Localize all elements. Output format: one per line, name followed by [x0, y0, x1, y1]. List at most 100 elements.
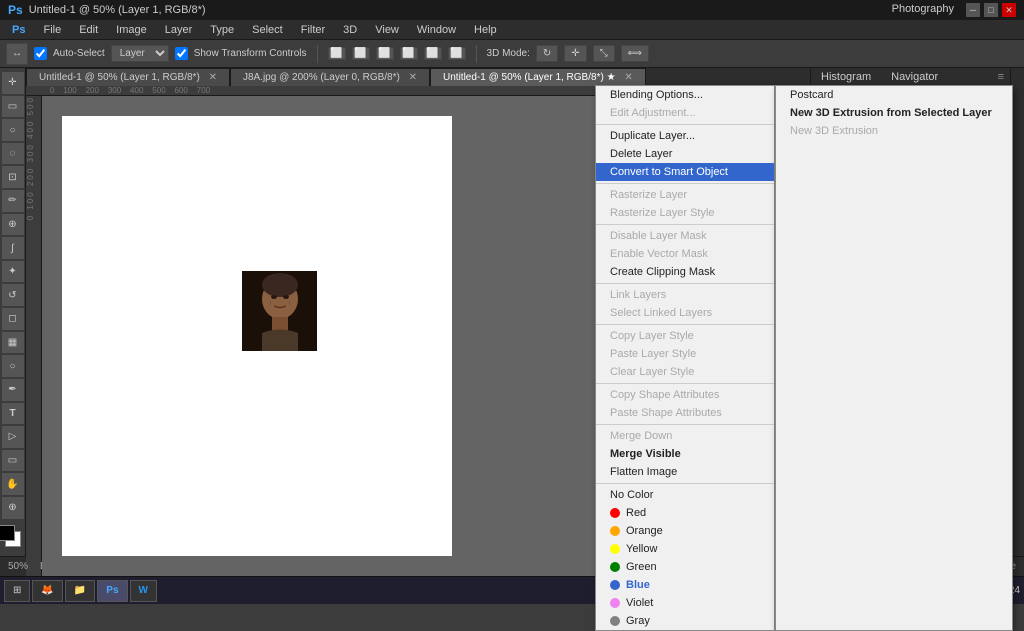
- ctx-red[interactable]: Red: [596, 504, 774, 522]
- menu-bar: Ps File Edit Image Layer Type Select Fil…: [0, 20, 1024, 40]
- menu-image[interactable]: Image: [108, 22, 155, 38]
- menu-select[interactable]: Select: [244, 22, 291, 38]
- ctx-yellow[interactable]: Yellow: [596, 540, 774, 558]
- tools-panel: ✛ ▭ ○ ◌ ⊡ ✏ ⊕ ∫ ✦ ↺ ◻ ▦ ○ ✒ T ▷ ▭ ✋ ⊕: [0, 68, 26, 556]
- hand-tool[interactable]: ✋: [2, 473, 24, 495]
- ctx-sep-7: [596, 424, 774, 425]
- options-separator-2: [476, 45, 477, 63]
- align-center-h-button[interactable]: ⬜: [352, 47, 370, 60]
- dodge-tool[interactable]: ○: [2, 355, 24, 377]
- tab-1[interactable]: Untitled-1 @ 50% (Layer 1, RGB/8*) ✕: [26, 68, 230, 86]
- firefox-icon: 🦊: [41, 585, 53, 596]
- 3d-slide-button[interactable]: ⟺: [621, 45, 649, 62]
- context-menu-right: Postcard New 3D Extrusion from Selected …: [775, 85, 1013, 631]
- shape-tool[interactable]: ▭: [2, 450, 24, 472]
- clone-stamp-tool[interactable]: ✦: [2, 261, 24, 283]
- ctx-sep-8: [596, 483, 774, 484]
- ctx-postcard[interactable]: Postcard: [776, 86, 1012, 104]
- ctx-edit-adjustment: Edit Adjustment...: [596, 104, 774, 122]
- ctx-sep-6: [596, 383, 774, 384]
- ctx-sep-3: [596, 224, 774, 225]
- taskbar-folder[interactable]: 📁: [65, 580, 95, 602]
- align-bottom-button[interactable]: ⬜: [448, 47, 466, 60]
- eyedropper-tool[interactable]: ✏: [2, 190, 24, 212]
- quick-select-tool[interactable]: ◌: [2, 143, 24, 165]
- type-tool[interactable]: T: [2, 403, 24, 425]
- menu-view[interactable]: View: [367, 22, 407, 38]
- ctx-create-clipping-mask[interactable]: Create Clipping Mask: [596, 263, 774, 281]
- ctx-sep-1: [596, 124, 774, 125]
- maximize-button[interactable]: □: [984, 3, 998, 17]
- ctx-rasterize-layer: Rasterize Layer: [596, 186, 774, 204]
- ctx-flatten-image[interactable]: Flatten Image: [596, 463, 774, 481]
- taskbar-firefox[interactable]: 🦊: [32, 580, 62, 602]
- menu-file[interactable]: File: [35, 22, 69, 38]
- history-brush-tool[interactable]: ↺: [2, 284, 24, 306]
- tab-2-close[interactable]: ✕: [409, 72, 417, 83]
- pen-tool[interactable]: ✒: [2, 379, 24, 401]
- ctx-gray[interactable]: Gray: [596, 612, 774, 630]
- spot-heal-tool[interactable]: ⊕: [2, 214, 24, 236]
- ctx-merge-visible[interactable]: Merge Visible: [596, 445, 774, 463]
- menu-edit[interactable]: Edit: [71, 22, 106, 38]
- menu-layer[interactable]: Layer: [157, 22, 201, 38]
- 3d-scale-button[interactable]: ⤡: [593, 45, 615, 62]
- close-button[interactable]: ✕: [1002, 3, 1016, 17]
- align-left-button[interactable]: ⬜: [328, 47, 346, 60]
- menu-ps[interactable]: Ps: [4, 22, 33, 38]
- tool-mode-button[interactable]: ↔: [6, 43, 28, 65]
- ctx-sep-2: [596, 183, 774, 184]
- ctx-green[interactable]: Green: [596, 558, 774, 576]
- brush-tool[interactable]: ∫: [2, 237, 24, 259]
- menu-3d[interactable]: 3D: [335, 22, 365, 38]
- auto-select-dropdown[interactable]: Layer Group: [111, 45, 169, 62]
- tab-1-label: Untitled-1 @ 50% (Layer 1, RGB/8*): [39, 72, 200, 83]
- tab-2[interactable]: J8A.jpg @ 200% (Layer 0, RGB/8*) ✕: [230, 68, 430, 86]
- title-bar: Ps Untitled-1 @ 50% (Layer 1, RGB/8*) Ph…: [0, 0, 1024, 20]
- align-right-button[interactable]: ⬜: [376, 47, 394, 60]
- align-top-button[interactable]: ⬜: [400, 47, 418, 60]
- options-bar: ↔ Auto-Select Layer Group Show Transform…: [0, 40, 1024, 68]
- title-bar-left: Ps Untitled-1 @ 50% (Layer 1, RGB/8*): [8, 3, 206, 17]
- tab-3[interactable]: Untitled-1 @ 50% (Layer 1, RGB/8*) ★ ✕: [430, 68, 646, 86]
- marquee-tool[interactable]: ▭: [2, 96, 24, 118]
- ctx-select-linked-layers: Select Linked Layers: [596, 304, 774, 322]
- move-tool[interactable]: ✛: [2, 72, 24, 94]
- menu-type[interactable]: Type: [202, 22, 242, 38]
- zoom-tool[interactable]: ⊕: [2, 497, 24, 519]
- taskbar-photoshop[interactable]: Ps: [97, 580, 127, 602]
- ctx-violet[interactable]: Violet: [596, 594, 774, 612]
- taskbar-word[interactable]: W: [130, 580, 157, 602]
- menu-help[interactable]: Help: [466, 22, 505, 38]
- 3d-rotate-button[interactable]: ↻: [536, 45, 558, 62]
- ctx-blending-options[interactable]: Blending Options...: [596, 86, 774, 104]
- crop-tool[interactable]: ⊡: [2, 166, 24, 188]
- ctx-blue[interactable]: Blue: [596, 576, 774, 594]
- tab-1-close[interactable]: ✕: [209, 72, 217, 83]
- ctx-orange[interactable]: Orange: [596, 522, 774, 540]
- menu-filter[interactable]: Filter: [293, 22, 333, 38]
- show-transform-label: Show Transform Controls: [194, 48, 307, 59]
- path-select-tool[interactable]: ▷: [2, 426, 24, 448]
- options-separator-1: [317, 45, 318, 63]
- 3d-move-button[interactable]: ✛: [564, 45, 586, 62]
- color-swatches: [0, 525, 27, 553]
- ctx-convert-smart-object[interactable]: Convert to Smart Object: [596, 163, 774, 181]
- ctx-no-color[interactable]: No Color: [596, 486, 774, 504]
- menu-window[interactable]: Window: [409, 22, 464, 38]
- eraser-tool[interactable]: ◻: [2, 308, 24, 330]
- auto-select-checkbox[interactable]: [34, 47, 47, 60]
- tab-3-close[interactable]: ✕: [624, 72, 632, 83]
- align-center-v-button[interactable]: ⬜: [424, 47, 442, 60]
- foreground-color-swatch[interactable]: [0, 525, 15, 541]
- ctx-copy-shape-attrs: Copy Shape Attributes: [596, 386, 774, 404]
- gradient-tool[interactable]: ▦: [2, 332, 24, 354]
- ctx-delete-layer[interactable]: Delete Layer: [596, 145, 774, 163]
- lasso-tool[interactable]: ○: [2, 119, 24, 141]
- minimize-button[interactable]: ─: [966, 3, 980, 17]
- start-button[interactable]: ⊞: [4, 580, 30, 602]
- ctx-new-3d-extrusion[interactable]: New 3D Extrusion from Selected Layer: [776, 104, 1012, 122]
- show-transform-checkbox[interactable]: [175, 47, 188, 60]
- context-menu-left: Blending Options... Edit Adjustment... D…: [595, 85, 775, 631]
- ctx-duplicate-layer[interactable]: Duplicate Layer...: [596, 127, 774, 145]
